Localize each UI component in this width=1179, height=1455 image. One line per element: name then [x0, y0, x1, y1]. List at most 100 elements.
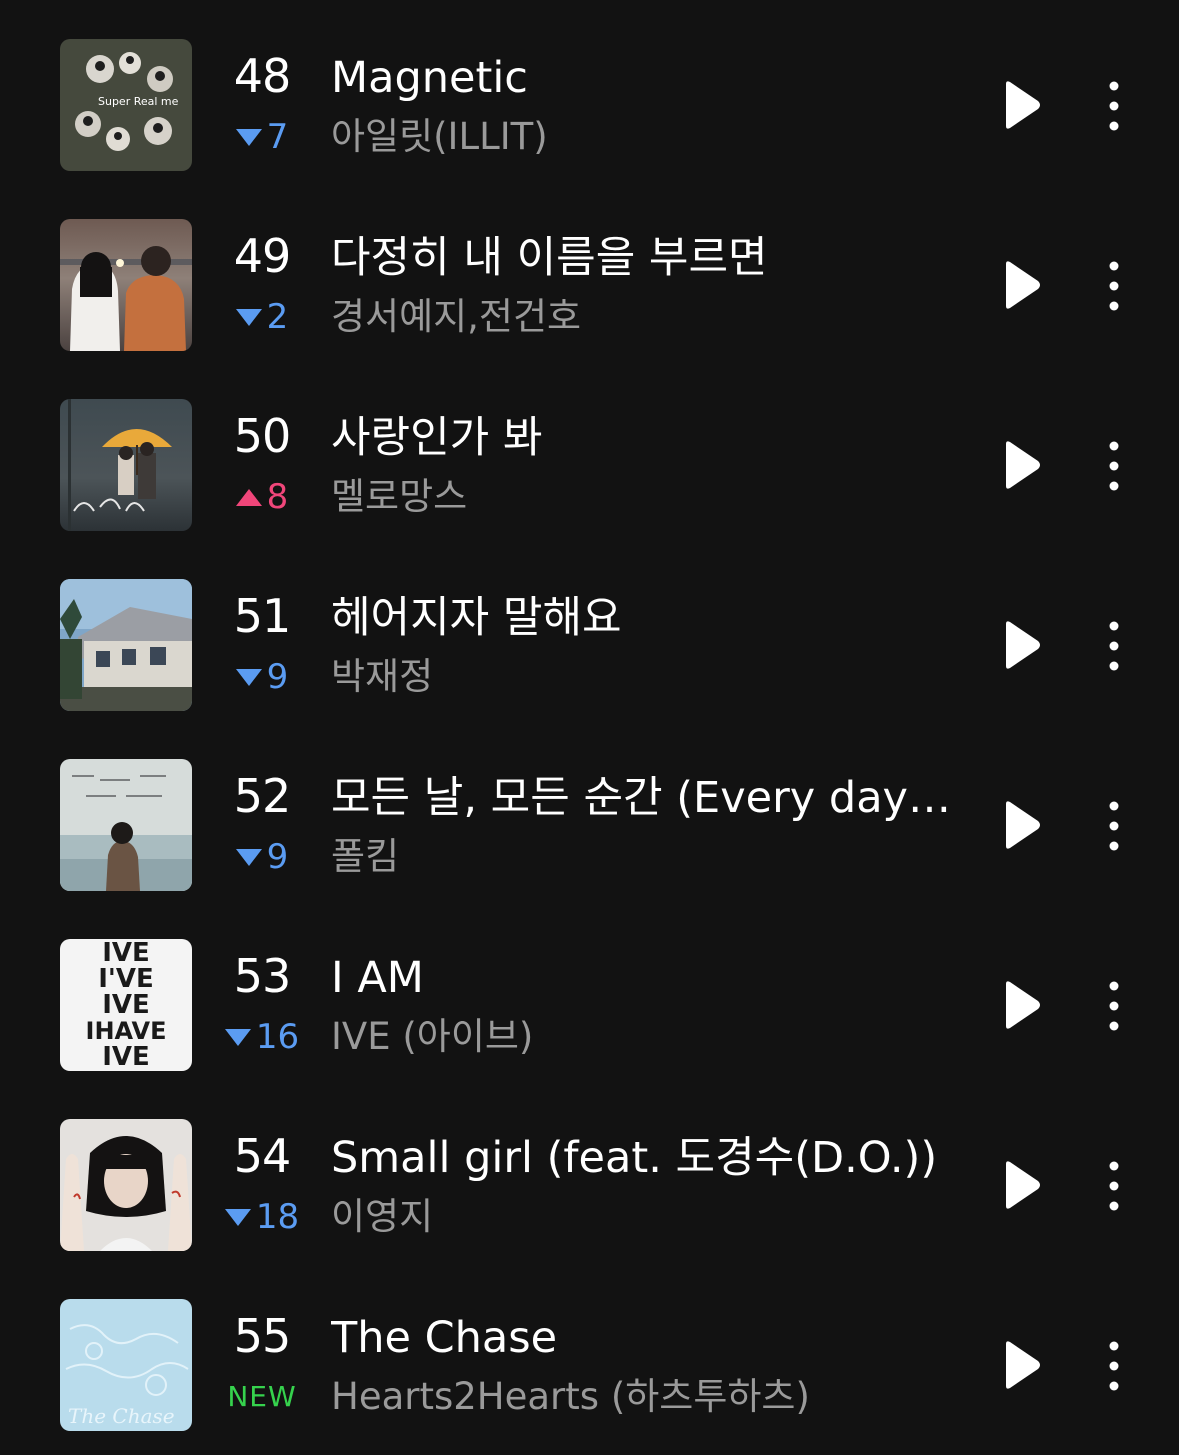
rank-change: 8: [212, 477, 312, 517]
rank-number: 51: [233, 589, 292, 643]
rank-number: 54: [233, 1129, 292, 1183]
new-entry-badge: NEW: [227, 1380, 297, 1413]
song-title[interactable]: Magnetic: [331, 50, 971, 106]
rank-change: 18: [212, 1197, 312, 1237]
album-art-ive-text[interactable]: IVE I'VE IVE IHAVE IVE: [60, 939, 192, 1071]
more-vertical-icon: [1109, 81, 1119, 131]
chart-row[interactable]: 52 9 모든 날, 모든 순간 (Every day, Every Momen…: [0, 720, 1179, 900]
album-art-seaside[interactable]: [60, 759, 192, 891]
more-button[interactable]: [1095, 80, 1133, 132]
play-button[interactable]: [998, 980, 1046, 1030]
triangle-down-icon: [235, 128, 262, 146]
chart-row[interactable]: Super Real me 48 7 Magnetic 아일릿(ILLIT): [0, 0, 1179, 180]
album-art-portrait-hands[interactable]: [60, 1119, 192, 1251]
rank-number: 50: [233, 409, 292, 463]
play-icon: [1006, 621, 1040, 669]
song-title[interactable]: 다정히 내 이름을 부르면: [331, 230, 971, 286]
play-button[interactable]: [998, 1160, 1046, 1210]
chart-row[interactable]: 50 8 사랑인가 봐 멜로망스: [0, 360, 1179, 540]
album-art-text: IVE: [102, 990, 150, 1020]
more-vertical-icon: [1109, 981, 1119, 1031]
artist-name[interactable]: 아일릿(ILLIT): [331, 112, 971, 162]
rank-number: 48: [233, 49, 292, 103]
rank-number: 55: [233, 1309, 292, 1363]
rank-change: 2: [212, 297, 312, 337]
chart-row[interactable]: IVE I'VE IVE IHAVE IVE 53 16 I AM IVE (아…: [0, 900, 1179, 1080]
album-art-umbrella-rain[interactable]: [60, 399, 192, 531]
chart-row[interactable]: 51 9 헤어지자 말해요 박재정: [0, 540, 1179, 720]
rank-number: 52: [233, 769, 292, 823]
artist-name[interactable]: 멜로망스: [331, 472, 971, 522]
more-button[interactable]: [1095, 1160, 1133, 1212]
album-art-text: Super Real me: [98, 95, 179, 108]
song-title[interactable]: Small girl (feat. 도경수(D.O.)): [331, 1130, 971, 1186]
song-title[interactable]: 사랑인가 봐: [331, 410, 971, 466]
rank-change: 7: [212, 117, 312, 157]
more-button[interactable]: [1095, 260, 1133, 312]
rank-change: NEW: [212, 1377, 312, 1417]
play-button[interactable]: [998, 620, 1046, 670]
triangle-up-icon: [235, 488, 262, 506]
album-art-illit-super-real-me[interactable]: Super Real me: [60, 39, 192, 171]
more-button[interactable]: [1095, 440, 1133, 492]
album-art-text: IVE: [102, 1042, 150, 1071]
triangle-down-icon: [235, 308, 262, 326]
play-icon: [1006, 801, 1040, 849]
rank-change-value: 2: [266, 297, 289, 337]
more-vertical-icon: [1109, 441, 1119, 491]
artist-name[interactable]: 경서예지,전건호: [331, 292, 971, 342]
triangle-down-icon: [224, 1208, 251, 1226]
play-button[interactable]: [998, 800, 1046, 850]
artist-name[interactable]: 폴킴: [331, 832, 971, 882]
rank-change: 16: [212, 1017, 312, 1057]
more-button[interactable]: [1095, 980, 1133, 1032]
song-title[interactable]: I AM: [331, 950, 971, 1006]
more-vertical-icon: [1109, 261, 1119, 311]
artist-name[interactable]: IVE (아이브): [331, 1012, 971, 1062]
play-button[interactable]: [998, 1340, 1046, 1390]
album-art-couple-sparkler[interactable]: [60, 219, 192, 351]
rank-change-value: 9: [266, 657, 289, 697]
artist-name[interactable]: Hearts2Hearts (하츠투하츠): [331, 1372, 971, 1422]
triangle-down-icon: [235, 668, 262, 686]
play-button[interactable]: [998, 440, 1046, 490]
chart-row[interactable]: 54 18 Small girl (feat. 도경수(D.O.)) 이영지: [0, 1080, 1179, 1260]
triangle-down-icon: [224, 1028, 251, 1046]
play-icon: [1006, 981, 1040, 1029]
play-button[interactable]: [998, 80, 1046, 130]
more-vertical-icon: [1109, 1341, 1119, 1391]
more-vertical-icon: [1109, 1161, 1119, 1211]
album-art-text: The Chase: [68, 1404, 175, 1428]
play-icon: [1006, 261, 1040, 309]
album-art-text: IHAVE: [86, 1017, 167, 1045]
more-vertical-icon: [1109, 801, 1119, 851]
rank-change-value: 8: [266, 477, 289, 517]
triangle-down-icon: [235, 848, 262, 866]
song-title[interactable]: The Chase: [331, 1310, 971, 1366]
more-vertical-icon: [1109, 621, 1119, 671]
album-art-house[interactable]: [60, 579, 192, 711]
play-icon: [1006, 81, 1040, 129]
play-icon: [1006, 1161, 1040, 1209]
rank-number: 49: [233, 229, 292, 283]
rank-change: 9: [212, 657, 312, 697]
rank-change-value: 9: [266, 837, 289, 877]
more-button[interactable]: [1095, 1340, 1133, 1392]
rank-change-value: 18: [255, 1197, 300, 1237]
rank-change-value: 7: [266, 117, 289, 157]
play-icon: [1006, 441, 1040, 489]
chart-list: Super Real me 48 7 Magnetic 아일릿(ILLIT) 4…: [0, 0, 1179, 1455]
more-button[interactable]: [1095, 620, 1133, 672]
play-icon: [1006, 1341, 1040, 1389]
more-button[interactable]: [1095, 800, 1133, 852]
rank-change-value: 16: [255, 1017, 300, 1057]
artist-name[interactable]: 이영지: [331, 1192, 971, 1242]
chart-row[interactable]: The Chase 55 NEW The Chase Hearts2Hearts…: [0, 1260, 1179, 1440]
artist-name[interactable]: 박재정: [331, 652, 971, 702]
song-title[interactable]: 헤어지자 말해요: [331, 590, 971, 646]
album-art-light-blue[interactable]: The Chase: [60, 1299, 192, 1431]
chart-row[interactable]: 49 2 다정히 내 이름을 부르면 경서예지,전건호: [0, 180, 1179, 360]
rank-change: 9: [212, 837, 312, 877]
play-button[interactable]: [998, 260, 1046, 310]
song-title[interactable]: 모든 날, 모든 순간 (Every day, Every Moment): [331, 770, 963, 826]
